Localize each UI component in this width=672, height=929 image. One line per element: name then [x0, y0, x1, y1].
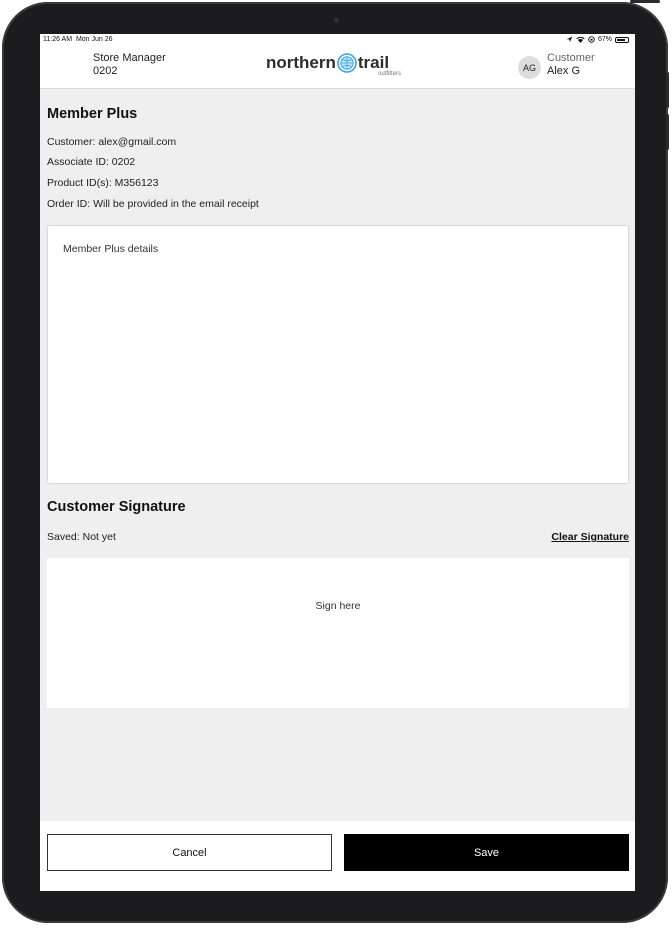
tablet-frame: 11:26 AM Mon Jun 26 67% Store Manager 02…: [2, 2, 668, 923]
customer-name: Alex G: [547, 65, 581, 77]
product-ids: Product ID(s): M356123: [47, 177, 159, 189]
signature-pad[interactable]: Sign here: [47, 558, 629, 708]
signature-saved-status: Saved: Not yet: [47, 531, 116, 543]
status-bar: 11:26 AM Mon Jun 26 67%: [40, 34, 635, 46]
logo-word-outfitters: outfitters: [378, 71, 402, 77]
front-camera: [334, 18, 339, 23]
member-plus-details-text: Member Plus details: [63, 243, 159, 255]
action-footer: Cancel Save: [40, 821, 635, 891]
customer-email: Customer: alex@gmail.com: [47, 136, 177, 148]
status-date: Mon Jun 26: [75, 36, 113, 43]
volume-down-button: [666, 114, 669, 150]
associate-id: Associate ID: 0202: [47, 156, 136, 168]
orientation-lock-icon: [588, 36, 595, 43]
logo-word-trail: trail: [357, 53, 390, 72]
sign-here-hint: Sign here: [315, 600, 361, 612]
signature-title: Customer Signature: [47, 499, 186, 515]
volume-up-button: [666, 72, 669, 108]
status-time: 11:26 AM: [43, 36, 73, 43]
globe-icon: [337, 53, 357, 73]
user-id: 0202: [93, 65, 118, 77]
app-header: Store Manager 0202 northern trail outfit…: [40, 46, 635, 89]
save-button[interactable]: Save: [344, 834, 629, 871]
battery-icon: [615, 36, 629, 43]
customer-label: Customer: [547, 52, 595, 64]
status-time-date: 11:26 AM Mon Jun 26: [43, 36, 113, 43]
member-plus-details-panel[interactable]: Member Plus details: [47, 225, 629, 484]
battery-percent: 67%: [597, 36, 612, 43]
top-button: [630, 0, 660, 3]
wifi-icon: [576, 36, 585, 43]
app-screen: 11:26 AM Mon Jun 26 67% Store Manager 02…: [40, 34, 635, 891]
location-icon: [566, 36, 573, 43]
customer-info: Customer Alex G: [547, 52, 595, 78]
northern-trail-logo: northern trail outfitters: [266, 53, 401, 81]
clear-signature-link[interactable]: Clear Signature: [551, 531, 629, 543]
cancel-button[interactable]: Cancel: [47, 834, 332, 871]
logo-word-northern: northern: [266, 53, 336, 72]
status-icons: 67%: [566, 36, 629, 43]
order-id: Order ID: Will be provided in the email …: [47, 198, 259, 210]
customer-avatar[interactable]: AG: [518, 56, 541, 79]
store-manager-info: Store Manager 0202: [93, 52, 166, 78]
page-title: Member Plus: [47, 106, 138, 122]
user-role: Store Manager: [93, 52, 166, 64]
